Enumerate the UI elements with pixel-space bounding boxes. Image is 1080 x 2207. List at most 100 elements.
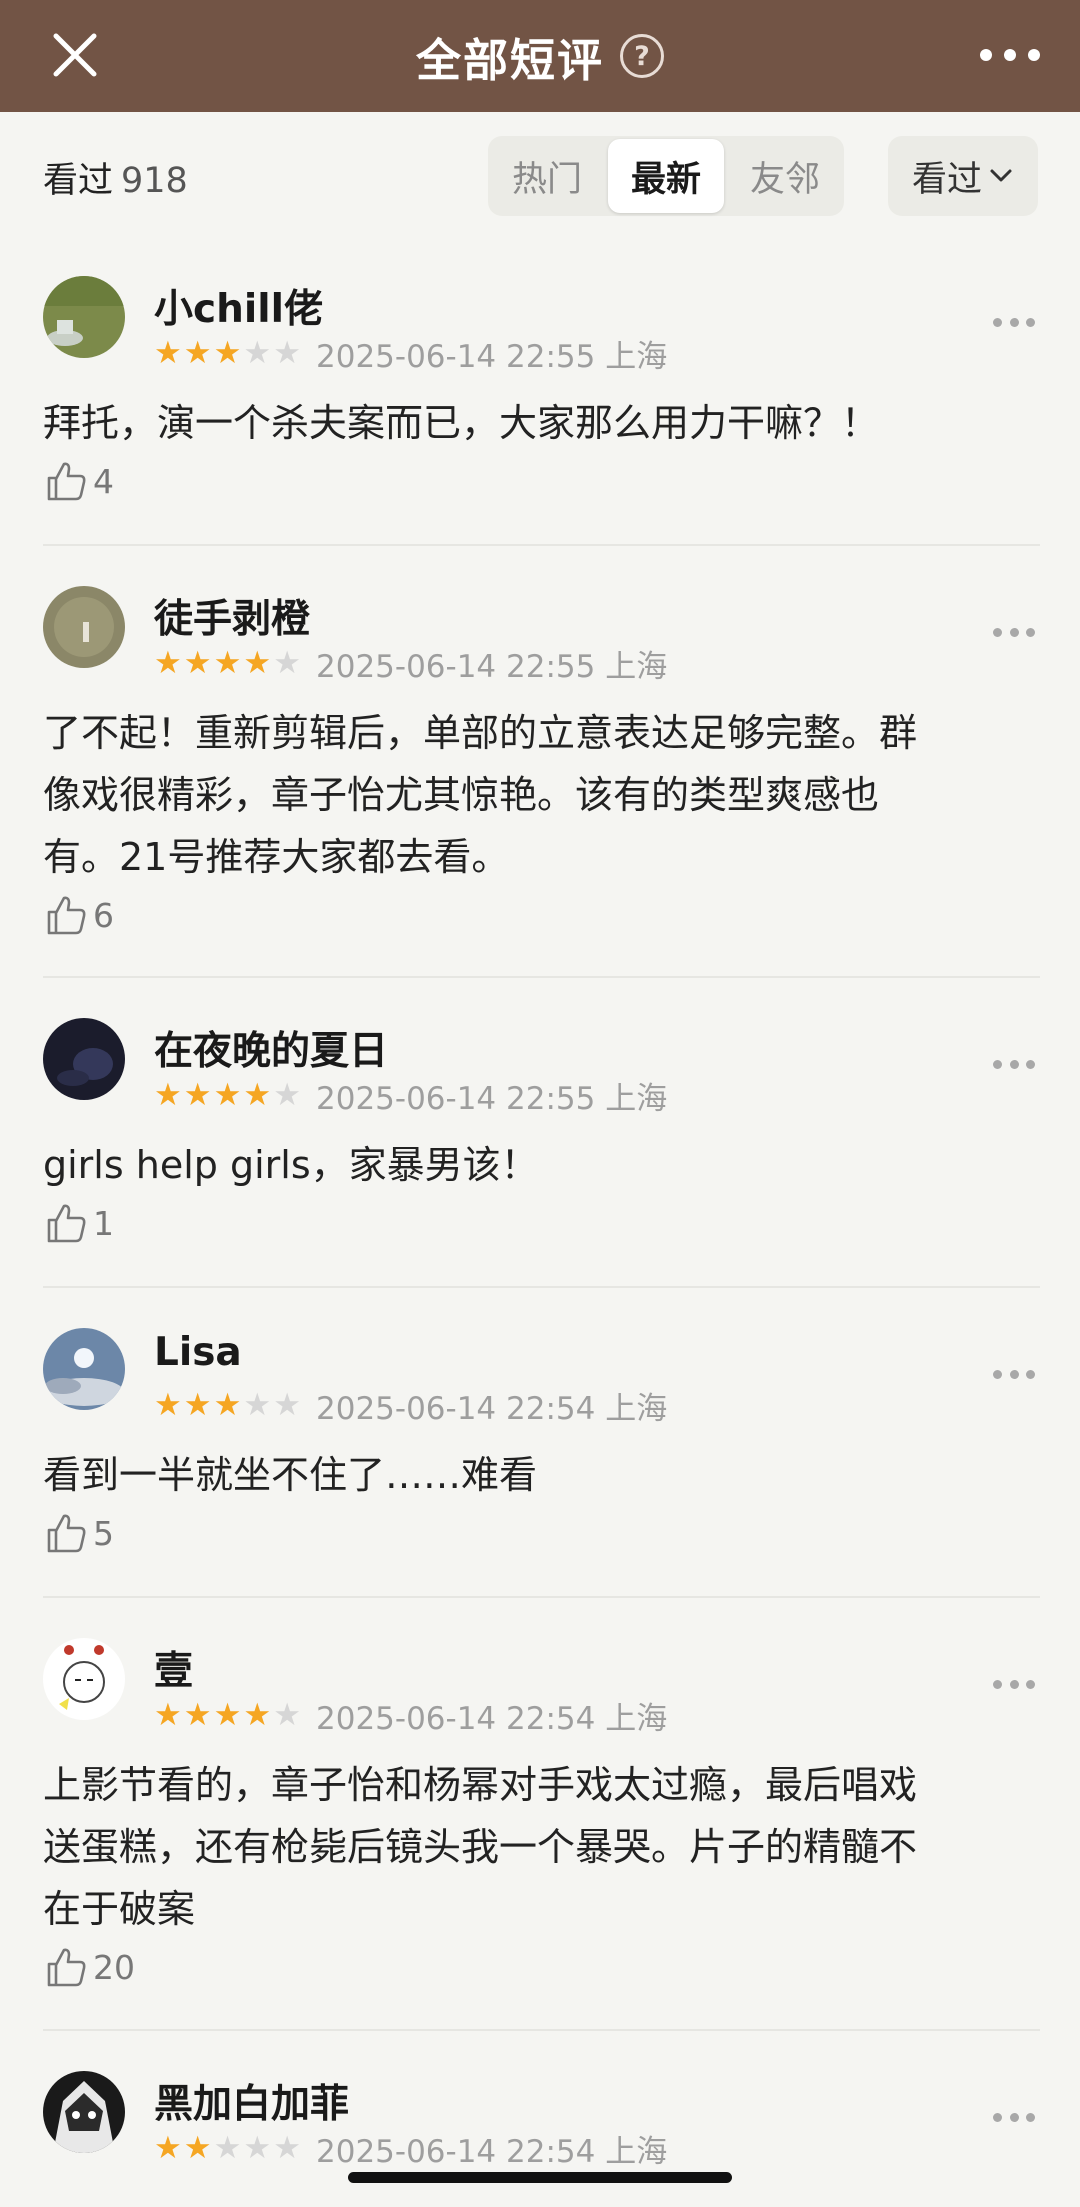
star-rating: ★ ★ ★ ★ ★ — [154, 1080, 301, 1111]
dot — [980, 49, 992, 61]
review-more-button[interactable] — [993, 1058, 1035, 1070]
username[interactable]: 小chill佬 — [154, 278, 323, 334]
thumbs-up-icon — [47, 896, 86, 935]
star-filled-icon: ★ — [243, 1077, 272, 1113]
star-filled-icon: ★ — [154, 1697, 182, 1733]
star-filled-icon: ★ — [183, 335, 212, 371]
close-button[interactable] — [46, 26, 104, 84]
divider — [43, 976, 1040, 978]
chevron-down-icon — [990, 169, 1012, 182]
tab-friends[interactable]: 友邻 — [726, 136, 844, 216]
star-empty-icon: ★ — [273, 1077, 301, 1113]
star-filled-icon: ★ — [183, 2130, 212, 2166]
star-empty-icon: ★ — [243, 335, 272, 371]
review-time: 2025-06-14 22:54 — [316, 1391, 596, 1427]
review-line: 拜托，演一个杀夫案而已，大家那么用力干嘛？！ — [43, 401, 880, 445]
review-more-button[interactable] — [993, 316, 1035, 328]
star-filled-icon: ★ — [154, 645, 182, 681]
status-filter-dropdown[interactable]: 看过 — [888, 136, 1038, 216]
star-filled-icon: ★ — [183, 1697, 212, 1733]
review-more-button[interactable] — [993, 1678, 1035, 1690]
like-button[interactable]: 6 — [43, 892, 114, 938]
username[interactable]: 壹 — [154, 1640, 193, 1696]
star-filled-icon: ★ — [183, 1077, 212, 1113]
username[interactable]: 在夜晚的夏日 — [154, 1020, 388, 1076]
review-location: 上海 — [605, 1391, 668, 1427]
review-time: 2025-06-14 22:55 — [316, 339, 596, 375]
review-location: 上海 — [605, 2134, 668, 2170]
star-empty-icon: ★ — [273, 1697, 301, 1733]
review-location: 上海 — [605, 1081, 668, 1117]
like-count: 20 — [93, 1947, 135, 1987]
star-rating: ★ ★ ★ ★ ★ — [154, 1390, 301, 1421]
star-rating: ★ ★ ★ ★ ★ — [154, 648, 301, 679]
star-filled-icon: ★ — [154, 335, 182, 371]
divider — [43, 544, 1040, 546]
like-count: 5 — [93, 1513, 114, 1553]
review-content: girls help girls，家暴男该！ — [43, 1134, 1033, 1196]
review-location: 上海 — [605, 649, 668, 685]
review-meta: 2025-06-14 22:54 上海 — [316, 1693, 667, 1738]
review-meta: 2025-06-14 22:55 上海 — [316, 331, 667, 376]
avatar[interactable] — [43, 2071, 125, 2153]
star-rating: ★ ★ ★ ★ ★ — [154, 338, 301, 369]
review-line: 送蛋糕，还有枪毙后镜头我一个暴哭。片子的精髓不 — [43, 1825, 918, 1869]
thumbs-up-icon — [47, 462, 86, 501]
avatar[interactable] — [43, 276, 125, 358]
avatar[interactable] — [43, 586, 125, 668]
filter-bar: 看过 918 热门 最新 友邻 看过 — [0, 112, 1080, 242]
star-rating: ★ ★ ★ ★ ★ — [154, 1700, 301, 1731]
review-line: 了不起！重新剪辑后，单部的立意表达足够完整。群 — [43, 711, 918, 755]
divider — [43, 1596, 1040, 1598]
tab-latest[interactable]: 最新 — [608, 139, 724, 213]
username[interactable]: Lisa — [154, 1330, 242, 1375]
thumbs-up-icon — [47, 1948, 86, 1987]
like-count: 1 — [93, 1203, 114, 1243]
review-meta: 2025-06-14 22:55 上海 — [316, 641, 667, 686]
review-more-button[interactable] — [993, 1368, 1035, 1380]
star-empty-icon: ★ — [273, 645, 301, 681]
star-filled-icon: ★ — [213, 1387, 242, 1423]
status-filter-label: 看过 — [911, 159, 982, 200]
star-filled-icon: ★ — [154, 2130, 182, 2166]
close-icon — [53, 33, 97, 77]
review-meta: 2025-06-14 22:55 上海 — [316, 1073, 667, 1118]
review-line: girls help girls，家暴男该！ — [43, 1143, 539, 1187]
page-title: 全部短评 — [415, 33, 604, 87]
avatar[interactable] — [43, 1638, 125, 1720]
like-button[interactable]: 20 — [43, 1944, 135, 1990]
tab-hot[interactable]: 热门 — [488, 136, 606, 216]
like-count: 6 — [93, 895, 114, 935]
watched-count: 看过 918 — [43, 152, 188, 203]
review-more-button[interactable] — [993, 626, 1035, 638]
avatar[interactable] — [43, 1328, 125, 1410]
star-filled-icon: ★ — [243, 1697, 272, 1733]
star-empty-icon: ★ — [243, 1387, 272, 1423]
star-empty-icon: ★ — [243, 2130, 272, 2166]
username[interactable]: 徒手剥橙 — [154, 588, 310, 644]
review-time: 2025-06-14 22:54 — [316, 1701, 596, 1737]
watched-label: 看过 — [43, 161, 114, 201]
top-nav-bar: 全部短评 ? — [0, 0, 1080, 112]
review-content: 拜托，演一个杀夫案而已，大家那么用力干嘛？！ — [43, 392, 1033, 454]
like-button[interactable]: 4 — [43, 458, 114, 504]
review-content: 了不起！重新剪辑后，单部的立意表达足够完整。群 像戏很精彩，章子怡尤其惊艳。该有… — [43, 702, 1033, 888]
watched-number: 918 — [121, 161, 188, 201]
avatar[interactable] — [43, 1018, 125, 1100]
star-filled-icon: ★ — [183, 1387, 212, 1423]
username[interactable]: 黑加白加菲 — [154, 2073, 349, 2129]
review-more-button[interactable] — [993, 2111, 1035, 2123]
review-location: 上海 — [605, 1701, 668, 1737]
help-icon[interactable]: ? — [620, 34, 664, 78]
star-filled-icon: ★ — [213, 1077, 242, 1113]
home-indicator — [348, 2172, 732, 2183]
thumbs-up-icon — [47, 1204, 86, 1243]
review-meta: 2025-06-14 22:54 上海 — [316, 2126, 667, 2171]
review-location: 上海 — [605, 339, 668, 375]
star-filled-icon: ★ — [213, 1697, 242, 1733]
divider — [43, 1286, 1040, 1288]
more-options-button[interactable] — [980, 40, 1040, 70]
review-line: 像戏很精彩，章子怡尤其惊艳。该有的类型爽感也 — [43, 773, 880, 817]
like-button[interactable]: 1 — [43, 1200, 114, 1246]
like-button[interactable]: 5 — [43, 1510, 114, 1556]
